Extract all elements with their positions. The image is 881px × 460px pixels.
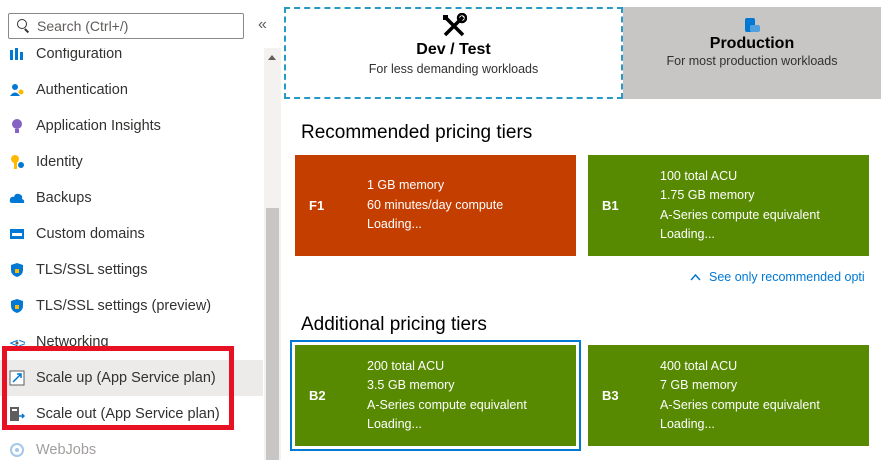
sidebar-item-authentication[interactable]: Authentication (0, 72, 263, 108)
tier-detail-line: 1.75 GB memory (660, 188, 755, 202)
sidebar-item-tls-ssl[interactable]: TLS/SSL settings (0, 252, 263, 288)
tier-detail-line: Loading... (367, 417, 422, 431)
sidebar-item-label: Backups (36, 190, 92, 206)
sidebar-item-application-insights[interactable]: Application Insights (0, 108, 263, 144)
sidebar-item-backups[interactable]: Backups (0, 180, 263, 216)
tier-detail-line: 100 total ACU (660, 168, 738, 183)
tier-code: B2 (309, 388, 326, 403)
custom-domains-icon (9, 226, 25, 242)
tier-detail-line: 7 GB memory (660, 378, 738, 392)
sidebar-item-label: Networking (36, 334, 109, 350)
authentication-icon (9, 82, 25, 98)
tier-code: B3 (602, 388, 619, 403)
chevron-up-icon (690, 270, 701, 284)
sidebar-item-scale-up[interactable]: Scale up (App Service plan) (0, 360, 263, 396)
scale-out-icon (9, 406, 26, 422)
sidebar-item-custom-domains[interactable]: Custom domains (0, 216, 263, 252)
sidebar-item-networking[interactable]: < > Networking (0, 324, 263, 360)
sidebar-item-configuration[interactable]: Configuration (0, 48, 263, 72)
sidebar-item-label: TLS/SSL settings (36, 262, 148, 278)
sidebar-item-label: Scale up (App Service plan) (36, 370, 216, 386)
sidebar-item-label: Application Insights (36, 118, 161, 134)
sidebar-item-label: Scale out (App Service plan) (36, 406, 220, 422)
application-insights-icon (9, 118, 25, 134)
sidebar-item-label: Custom domains (36, 226, 145, 242)
tab-production[interactable]: Production For most production workloads (623, 7, 881, 99)
tab-subtitle: For less demanding workloads (368, 62, 539, 76)
collapse-sidebar-button[interactable]: « (258, 16, 267, 34)
scrollbar-thumb[interactable] (266, 208, 279, 460)
sidebar-menu: Configuration Authentication Application… (0, 48, 263, 460)
tier-detail-line: A-Series compute equivalent (367, 397, 527, 412)
configuration-icon (9, 48, 25, 62)
networking-icon: < > (9, 334, 28, 350)
sidebar-item-webjobs[interactable]: WebJobs (0, 432, 263, 460)
tier-detail-line: 1 GB memory (367, 178, 445, 193)
link-label: See only recommended opti (709, 270, 865, 284)
tier-detail-line: A-Series compute equivalent (660, 397, 820, 412)
backups-icon (9, 190, 25, 206)
sidebar-item-tls-ssl-preview[interactable]: TLS/SSL settings (preview) (0, 288, 263, 324)
search-box[interactable] (8, 13, 244, 39)
sidebar-item-scale-out[interactable]: Scale out (App Service plan) (0, 396, 263, 432)
pricing-panel: Dev / Test For less demanding workloads … (283, 0, 881, 460)
tier-details: 400 total ACU 7 GB memory A-Series compu… (660, 357, 820, 435)
sidebar-item-label: TLS/SSL settings (preview) (36, 298, 212, 314)
svg-text:>: > (18, 336, 25, 350)
recommended-section-title: Recommended pricing tiers (301, 122, 533, 143)
tier-code: F1 (309, 198, 325, 213)
tier-detail-line: 3.5 GB memory (367, 378, 455, 392)
sidebar: « Configuration Authentication Applicati… (0, 0, 283, 460)
sidebar-item-label: Configuration (36, 48, 123, 62)
sidebar-item-label: Identity (36, 154, 83, 170)
tier-detail-line: Loading... (660, 417, 715, 431)
sidebar-item-identity[interactable]: Identity (0, 144, 263, 180)
tier-detail-line: Loading... (367, 217, 422, 232)
search-input[interactable] (37, 18, 237, 34)
tier-detail-line: A-Series compute equivalent (660, 207, 820, 222)
additional-section-title: Additional pricing tiers (301, 314, 487, 335)
tier-card-f1[interactable]: F1 1 GB memory 60 minutes/day compute Lo… (295, 155, 576, 256)
tab-dev-test[interactable]: Dev / Test For less demanding workloads (284, 7, 623, 99)
scale-up-icon (9, 370, 25, 386)
tls-ssl-icon (9, 262, 25, 278)
identity-icon (9, 154, 25, 170)
tab-title: Dev / Test (416, 41, 491, 58)
see-recommended-link[interactable]: See only recommended opti (690, 270, 865, 284)
search-icon (17, 19, 31, 33)
tier-details: 1 GB memory 60 minutes/day compute Loadi… (367, 176, 503, 235)
tier-details: 200 total ACU 3.5 GB memory A-Series com… (367, 357, 527, 435)
tls-ssl-preview-icon (9, 298, 25, 314)
sidebar-item-label: WebJobs (36, 442, 97, 458)
tools-icon (286, 12, 621, 41)
scroll-up-arrow-icon[interactable] (268, 55, 276, 60)
production-icon (623, 13, 881, 35)
tab-subtitle: For most production workloads (666, 54, 838, 68)
tier-details: 100 total ACU 1.75 GB memory A-Series co… (660, 167, 820, 245)
tier-detail-line: 60 minutes/day compute (367, 197, 504, 212)
sidebar-scrollbar[interactable] (264, 48, 281, 460)
tab-title: Production (709, 35, 795, 52)
tier-card-b2[interactable]: B2 200 total ACU 3.5 GB memory A-Series … (290, 340, 581, 451)
tier-detail-line: Loading... (660, 227, 715, 241)
tier-detail-line: 400 total ACU (660, 358, 738, 373)
tier-card-b3[interactable]: B3 400 total ACU 7 GB memory A-Series co… (588, 345, 869, 446)
tier-card-b1[interactable]: B1 100 total ACU 1.75 GB memory A-Series… (588, 155, 869, 256)
tier-detail-line: 200 total ACU (367, 358, 445, 373)
webjobs-icon (9, 442, 25, 458)
sidebar-item-label: Authentication (36, 82, 128, 98)
tier-code: B1 (602, 198, 619, 213)
